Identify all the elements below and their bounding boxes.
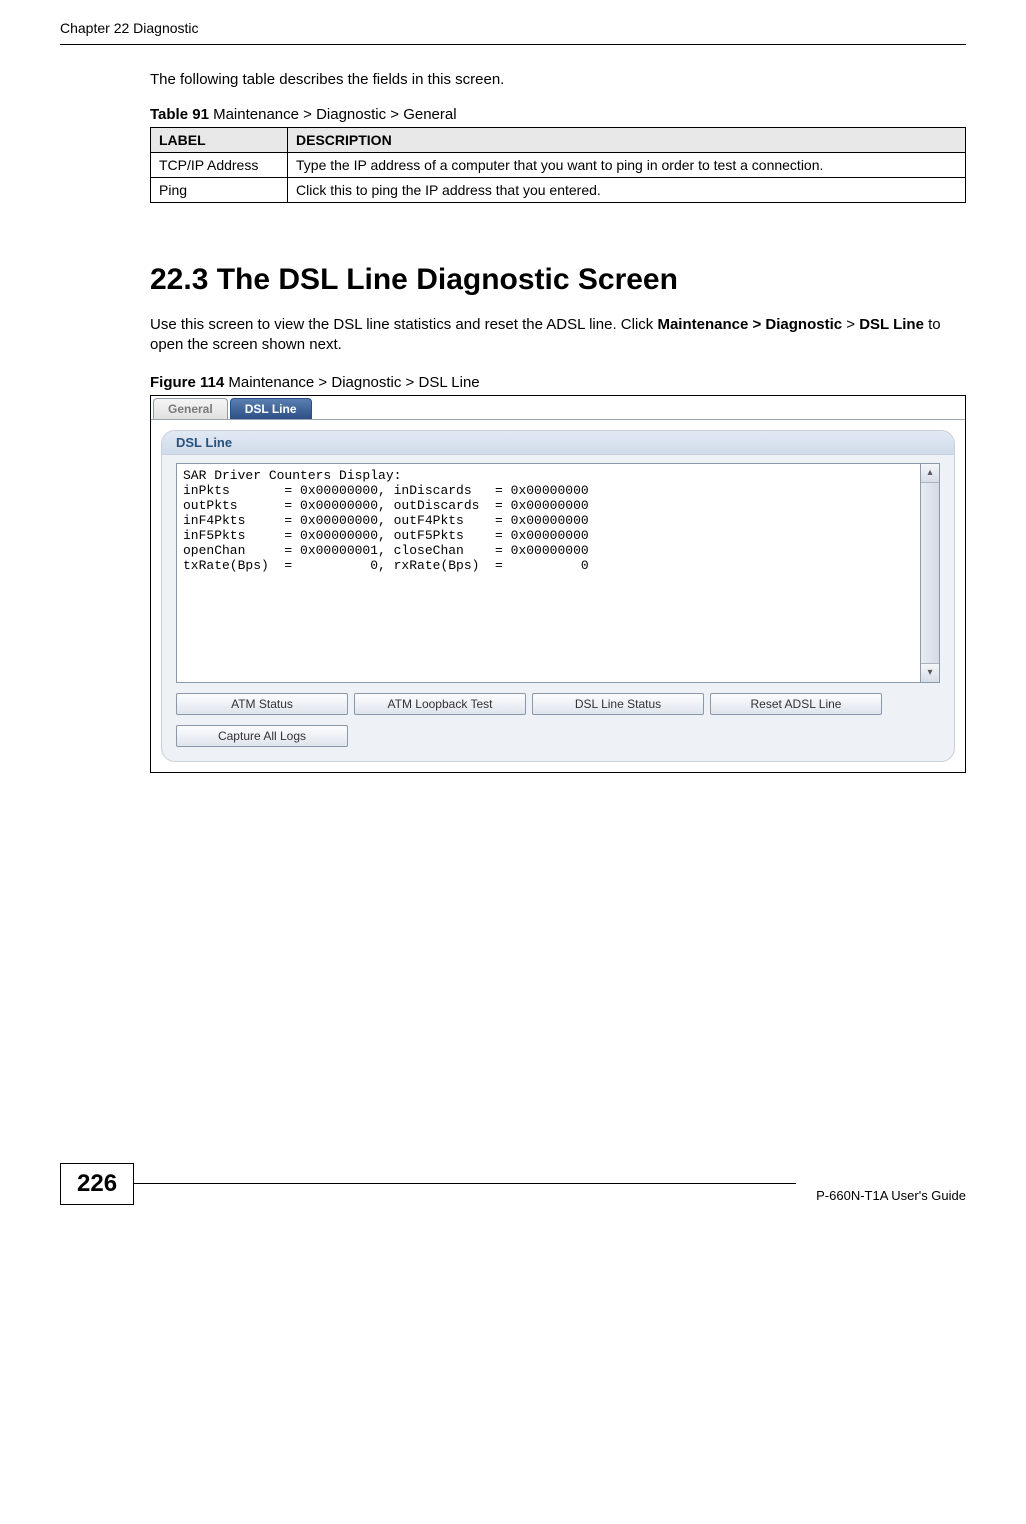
section-heading: 22.3 The DSL Line Diagnostic Screen xyxy=(150,263,966,297)
scrollbar[interactable]: ▴ ▾ xyxy=(920,463,940,683)
tab-dsl-line[interactable]: DSL Line xyxy=(230,398,312,419)
table-caption: Table 91 Maintenance > Diagnostic > Gene… xyxy=(150,106,966,123)
capture-all-logs-button[interactable]: Capture All Logs xyxy=(176,725,348,747)
header-rule xyxy=(60,44,966,45)
table-number: Table 91 xyxy=(150,106,209,123)
reset-adsl-line-button[interactable]: Reset ADSL Line xyxy=(710,693,882,715)
panel-title: DSL Line xyxy=(162,431,954,455)
dsl-line-status-button[interactable]: DSL Line Status xyxy=(532,693,704,715)
log-textarea-wrap: SAR Driver Counters Display: inPkts = 0x… xyxy=(176,463,940,683)
body-bold1: Maintenance > Diagnostic xyxy=(657,316,842,333)
atm-loopback-test-button[interactable]: ATM Loopback Test xyxy=(354,693,526,715)
tab-row: General DSL Line xyxy=(151,396,965,420)
table-caption-rest: Maintenance > Diagnostic > General xyxy=(209,106,457,123)
scroll-down-icon[interactable]: ▾ xyxy=(921,663,939,682)
scroll-up-icon[interactable]: ▴ xyxy=(921,464,939,483)
cell-desc: Click this to ping the IP address that y… xyxy=(288,178,966,203)
dsl-line-panel: DSL Line SAR Driver Counters Display: in… xyxy=(161,430,955,762)
table-91: LABEL DESCRIPTION TCP/IP Address Type th… xyxy=(150,127,966,203)
running-head: Chapter 22 Diagnostic xyxy=(60,20,966,38)
cell-label: Ping xyxy=(151,178,288,203)
body-part1: Use this screen to view the DSL line sta… xyxy=(150,316,657,333)
cell-label: TCP/IP Address xyxy=(151,153,288,178)
th-description: DESCRIPTION xyxy=(288,128,966,153)
body-part2: > xyxy=(842,316,859,333)
section-body: Use this screen to view the DSL line sta… xyxy=(150,315,966,356)
log-textarea[interactable]: SAR Driver Counters Display: inPkts = 0x… xyxy=(176,463,920,683)
tab-general[interactable]: General xyxy=(153,398,228,419)
intro-paragraph: The following table describes the fields… xyxy=(150,71,966,88)
page-number: 226 xyxy=(60,1163,134,1205)
figure-caption-rest: Maintenance > Diagnostic > DSL Line xyxy=(224,374,479,391)
cell-desc: Type the IP address of a computer that y… xyxy=(288,153,966,178)
screenshot-frame: General DSL Line DSL Line SAR Driver Cou… xyxy=(150,395,966,773)
figure-caption: Figure 114 Maintenance > Diagnostic > DS… xyxy=(150,374,966,391)
figure-number: Figure 114 xyxy=(150,374,224,391)
th-label: LABEL xyxy=(151,128,288,153)
footer-rule xyxy=(133,1183,796,1184)
guide-name: P-660N-T1A User's Guide xyxy=(796,1188,966,1205)
section-title: The DSL Line Diagnostic Screen xyxy=(208,263,678,296)
body-bold2: DSL Line xyxy=(859,316,924,333)
section-number: 22.3 xyxy=(150,263,208,296)
table-row: TCP/IP Address Type the IP address of a … xyxy=(151,153,966,178)
table-row: Ping Click this to ping the IP address t… xyxy=(151,178,966,203)
atm-status-button[interactable]: ATM Status xyxy=(176,693,348,715)
